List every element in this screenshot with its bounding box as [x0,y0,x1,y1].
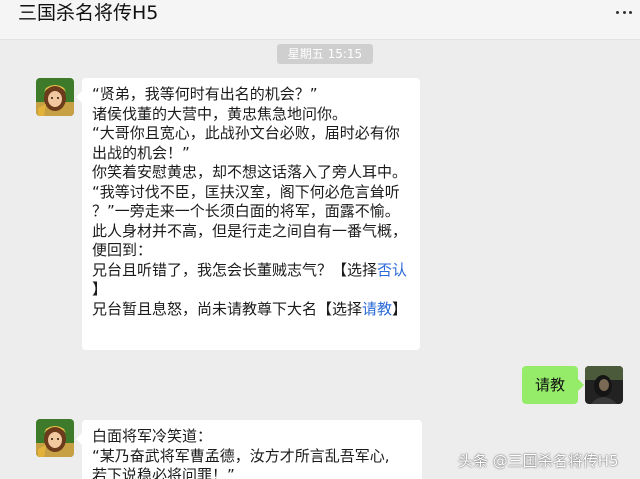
choice-close: 】 [92,280,108,298]
story-line: 此人身材并不高，但是行走之间自有一番气概， [92,221,408,240]
story-line: 便回到： [92,241,153,259]
story-line: “我等讨伐不臣，匡扶汉室，阁下何必危言耸听 [92,182,400,201]
choice-close: 】 [392,299,408,318]
choice-prefix: 兄台且听错了，我怎会长董贼志气？【选择 [92,260,378,279]
chat-title: 三国杀名将传H5 [18,2,159,24]
chat-header: 三国杀名将传H5 [0,0,640,40]
story-line: “贤弟，我等何时有出名的机会？” [92,85,318,103]
choice-line-ask: 兄台暂且息怒，尚未请教尊下大名【选择请教】 [92,300,410,320]
story-line: 你笑着安慰黄忠，却不想这话落入了旁人耳中。 [92,163,408,181]
choice-line-deny: 兄台且听错了，我怎会长董贼志气？【选择否认 [92,261,410,281]
story-line: ？”一旁走来一个长须白面的将军，面露不愉。 [92,202,400,220]
watermark-text: 头条 @三国杀名将传H5 [458,452,619,470]
story-line: 诸侯伐董的大营中，黄忠焦急地问你。 [92,104,348,123]
choice-option-ask[interactable]: 请教 [362,300,392,318]
story-line: “大哥你且宽心，此战孙文台必败，届时必有你 [92,124,400,142]
character-avatar-icon[interactable] [36,419,74,457]
character-avatar-icon[interactable] [36,78,74,116]
choice-prefix: 兄台暂且息怒，尚未请教尊下大名【选择 [92,299,363,318]
user-avatar-icon[interactable] [585,366,623,404]
story-line: 白面将军冷笑道： [92,427,213,445]
reply-bubble: 请教 [522,366,584,404]
story-line: 若下说稳必将问罪！” [92,466,235,479]
more-dots-icon[interactable] [616,4,632,20]
timestamp-label: 星期五 15:15 [277,44,373,64]
choice-option-deny[interactable]: 否认 [377,261,407,279]
story-line: 出战的机会！” [92,143,190,162]
message-bubble-story: “贤弟，我等何时有出名的机会？” 诸侯伐董的大营中，黄忠焦急地问你。 “大哥你且… [76,78,420,350]
message-bubble-story-2: 白面将军冷笑道： “某乃奋武将军曹孟德，汝方才所言乱吾军心, 若下说稳必将问罪！… [76,420,422,479]
story-line: “某乃奋武将军曹孟德，汝方才所言乱吾军心, [92,446,390,465]
